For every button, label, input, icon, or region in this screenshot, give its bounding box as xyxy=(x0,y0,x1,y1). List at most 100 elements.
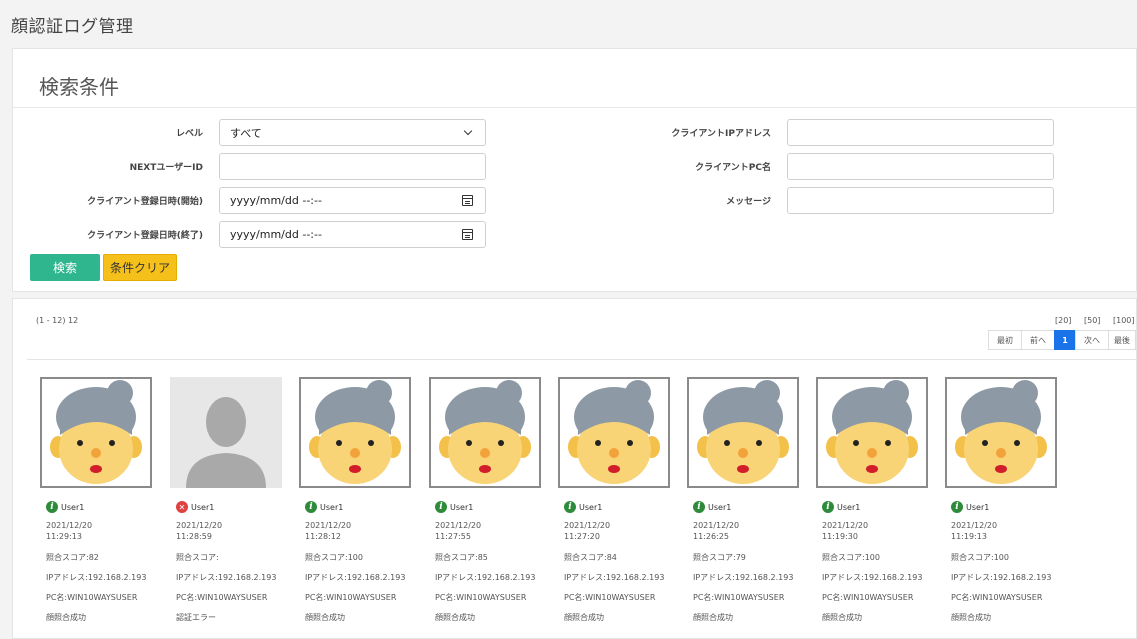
log-time: 11:28:59 xyxy=(176,532,212,541)
page-size-100-link[interactable]: [100] xyxy=(1113,316,1135,325)
search-button[interactable]: 検索 xyxy=(30,254,100,281)
log-card[interactable]: ✕ User1 2021/12/20 11:28:59 照合スコア: IPアドレス:192… xyxy=(170,377,285,623)
reg-start-input[interactable]: yyyy/mm/dd --:-- xyxy=(219,187,486,214)
divider xyxy=(27,359,1137,360)
face-photo[interactable] xyxy=(429,377,541,488)
log-date: 2021/12/20 xyxy=(564,521,611,530)
face-photo[interactable] xyxy=(299,377,411,488)
log-user: i User1 xyxy=(305,500,414,514)
pager-last-button[interactable]: 最後 xyxy=(1108,330,1136,350)
search-panel-title: 検索条件 xyxy=(39,75,119,99)
log-card[interactable]: i User1 2021/12/20 11:28:12 照合スコア:100 IPアドレス:… xyxy=(299,377,414,623)
log-ip: IPアドレス:192.168.2.193 xyxy=(176,573,277,582)
face-photo[interactable] xyxy=(687,377,799,488)
log-ip: IPアドレス:192.168.2.193 xyxy=(822,573,923,582)
log-message: 認証エラー xyxy=(176,613,216,622)
face-photo[interactable] xyxy=(816,377,928,488)
log-message: 顔照合成功 xyxy=(46,613,86,622)
pager-prev-button[interactable]: 前へ xyxy=(1021,330,1055,350)
info-icon: i xyxy=(564,501,576,513)
log-pc: PC名:WIN10WAYSUSER xyxy=(176,593,268,602)
pager-first-button[interactable]: 最初 xyxy=(988,330,1022,350)
face-photo[interactable] xyxy=(558,377,670,488)
client-ip-label: クライアントIPアドレス xyxy=(671,129,771,139)
log-ip: IPアドレス:192.168.2.193 xyxy=(564,573,665,582)
log-score: 照合スコア:100 xyxy=(951,553,1009,562)
level-select[interactable]: すべて xyxy=(219,119,486,146)
message-input[interactable] xyxy=(787,187,1054,214)
log-time: 11:27:55 xyxy=(435,532,471,541)
log-user: i User1 xyxy=(564,500,673,514)
log-time: 11:29:13 xyxy=(46,532,82,541)
page-size-20-link[interactable]: [20] xyxy=(1055,316,1071,325)
log-message: 顔照合成功 xyxy=(822,613,862,622)
chevron-down-icon xyxy=(463,126,473,136)
page-title: 顔認証ログ管理 xyxy=(11,17,134,37)
log-user-name: User1 xyxy=(320,502,344,512)
log-date: 2021/12/20 xyxy=(176,521,223,530)
log-pc: PC名:WIN10WAYSUSER xyxy=(693,593,785,602)
next-user-id-label: NEXTユーザーID xyxy=(129,163,203,173)
next-user-id-input[interactable] xyxy=(219,153,486,180)
face-photo[interactable] xyxy=(40,377,152,488)
log-user-name: User1 xyxy=(966,502,990,512)
log-card[interactable]: i User1 2021/12/20 11:19:30 照合スコア:100 IPアドレス:… xyxy=(816,377,931,623)
log-user-name: User1 xyxy=(191,502,215,512)
log-date: 2021/12/20 xyxy=(46,521,93,530)
info-icon: i xyxy=(822,501,834,513)
log-date: 2021/12/20 xyxy=(822,521,869,530)
result-count: (1 - 12) 12 xyxy=(36,316,79,325)
pager-next-button[interactable]: 次へ xyxy=(1075,330,1109,350)
level-label: レベル xyxy=(175,129,203,139)
log-date: 2021/12/20 xyxy=(951,521,998,530)
log-user-name: User1 xyxy=(708,502,732,512)
log-card[interactable]: i User1 2021/12/20 11:27:55 照合スコア:85 IPアドレス:1… xyxy=(429,377,544,623)
log-ip: IPアドレス:192.168.2.193 xyxy=(305,573,406,582)
log-user-name: User1 xyxy=(450,502,474,512)
log-message: 顔照合成功 xyxy=(435,613,475,622)
log-time: 11:27:20 xyxy=(564,532,600,541)
info-icon: i xyxy=(693,501,705,513)
log-time: 11:28:12 xyxy=(305,532,341,541)
log-score: 照合スコア:79 xyxy=(693,553,746,562)
pager-page-1-button[interactable]: 1 xyxy=(1054,330,1076,350)
log-card[interactable]: i User1 2021/12/20 11:19:13 照合スコア:100 IPアドレス:… xyxy=(945,377,1060,623)
log-pc: PC名:WIN10WAYSUSER xyxy=(822,593,914,602)
log-score: 照合スコア: xyxy=(176,553,219,562)
log-user: i User1 xyxy=(46,500,155,514)
log-time: 11:19:13 xyxy=(951,532,987,541)
log-user-name: User1 xyxy=(837,502,861,512)
reg-end-label: クライアント登録日時(終了) xyxy=(87,231,203,241)
clear-conditions-button[interactable]: 条件クリア xyxy=(103,254,177,281)
log-pc: PC名:WIN10WAYSUSER xyxy=(951,593,1043,602)
log-user-name: User1 xyxy=(579,502,603,512)
log-user: i User1 xyxy=(951,500,1060,514)
log-pc: PC名:WIN10WAYSUSER xyxy=(46,593,138,602)
log-message: 顔照合成功 xyxy=(951,613,991,622)
log-user: ✕ User1 xyxy=(176,500,285,514)
log-message: 顔照合成功 xyxy=(564,613,604,622)
info-icon: i xyxy=(435,501,447,513)
face-photo[interactable] xyxy=(945,377,1057,488)
log-ip: IPアドレス:192.168.2.193 xyxy=(435,573,536,582)
log-pc: PC名:WIN10WAYSUSER xyxy=(435,593,527,602)
log-user: i User1 xyxy=(693,500,802,514)
user-placeholder-image[interactable] xyxy=(170,377,282,488)
log-time: 11:26:25 xyxy=(693,532,729,541)
log-card[interactable]: i User1 2021/12/20 11:27:20 照合スコア:84 IPアドレス:1… xyxy=(558,377,673,623)
log-pc: PC名:WIN10WAYSUSER xyxy=(305,593,397,602)
page-size-50-link[interactable]: [50] xyxy=(1084,316,1100,325)
pagination: 最初 前へ 1 次へ 最後 xyxy=(988,330,1136,350)
reg-end-input[interactable]: yyyy/mm/dd --:-- xyxy=(219,221,486,248)
calendar-icon[interactable] xyxy=(462,195,473,206)
calendar-icon[interactable] xyxy=(462,229,473,240)
log-card[interactable]: i User1 2021/12/20 11:29:13 照合スコア:82 IPアドレス:1… xyxy=(40,377,155,623)
reg-end-value: yyyy/mm/dd --:-- xyxy=(230,228,322,241)
level-select-value: すべて xyxy=(230,126,262,140)
log-user: i User1 xyxy=(435,500,544,514)
log-card[interactable]: i User1 2021/12/20 11:26:25 照合スコア:79 IPアドレス:1… xyxy=(687,377,802,623)
info-icon: i xyxy=(305,501,317,513)
client-pc-input[interactable] xyxy=(787,153,1054,180)
client-ip-input[interactable] xyxy=(787,119,1054,146)
log-time: 11:19:30 xyxy=(822,532,858,541)
